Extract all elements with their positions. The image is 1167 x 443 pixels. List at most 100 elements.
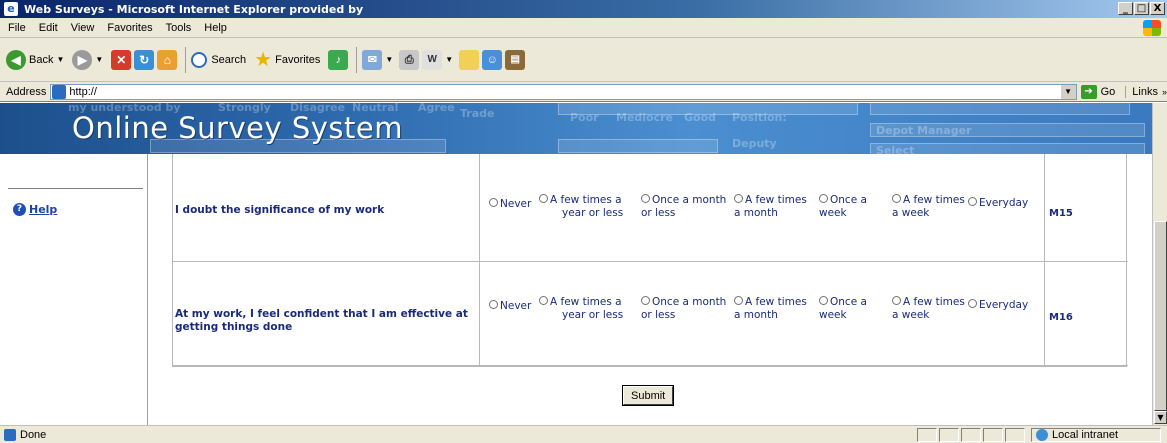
refresh-icon[interactable]: ↻ [134,49,155,70]
messenger-icon[interactable]: ☺ [482,49,503,70]
media-icon[interactable]: ♪ [328,49,349,70]
option-label-line2: a month [734,309,778,321]
option-once-month[interactable]: Once a month or less [641,194,726,220]
option-everyday[interactable]: Everyday [968,299,1028,312]
survey-table: I doubt the significance of my work Neve… [172,154,1128,367]
option-label: Never [500,198,532,210]
menu-help[interactable]: Help [204,22,227,34]
radio-icon[interactable] [892,296,901,305]
scroll-down-icon[interactable]: ▼ [1154,411,1167,424]
question-code: M15 [1049,208,1073,219]
radio-icon[interactable] [892,194,901,203]
option-label-line2: or less [641,309,676,321]
scrollbar-thumb[interactable] [1154,221,1167,411]
option-few-times-week[interactable]: A few times a week [892,194,965,220]
edit-icon[interactable]: W [422,49,443,70]
banner-ghost-text: Agree [418,103,455,114]
option-never[interactable]: Never [489,198,531,211]
submit-container: Submit [623,386,674,405]
radio-icon[interactable] [539,194,548,203]
option-few-times-year[interactable]: A few times a year or less [539,296,623,322]
minimize-button[interactable]: _ [1118,2,1133,15]
maximize-button[interactable]: □ [1134,2,1149,15]
question-code: M16 [1049,312,1073,323]
question-text: At my work, I feel confident that I am e… [175,308,468,333]
toolbar-separator [185,46,187,73]
vertical-scrollbar[interactable]: ▼ [1152,103,1167,425]
sidebar-divider [8,188,143,189]
submit-button[interactable]: Submit [623,386,674,405]
option-label-line2: week [819,309,847,321]
back-button[interactable]: ◀ Back ▼ [6,49,64,70]
radio-icon[interactable] [968,299,977,308]
radio-icon[interactable] [489,198,498,207]
radio-icon[interactable] [539,296,548,305]
radio-icon[interactable] [819,296,828,305]
left-sidebar: ? Help [0,154,148,425]
option-label: Everyday [979,197,1029,209]
forward-dropdown-icon[interactable]: ▼ [95,55,103,64]
help-link-container: ? Help [13,203,57,216]
option-once-week[interactable]: Once a week [819,194,867,220]
option-label-line2: year or less [562,207,624,219]
go-button[interactable]: ➔ Go [1080,84,1115,99]
radio-icon[interactable] [641,194,650,203]
option-label: Never [500,300,532,312]
menu-tools[interactable]: Tools [166,22,192,34]
radio-icon[interactable] [489,300,498,309]
home-icon[interactable]: ⌂ [157,49,178,70]
folder-icon[interactable] [459,49,480,70]
help-link[interactable]: Help [29,203,57,216]
search-label: Search [211,53,247,66]
radio-icon[interactable] [819,194,828,203]
forward-arrow-icon: ▶ [72,49,93,70]
question-row-m16: At my work, I feel confident that I am e… [173,262,1128,366]
page-done-icon [4,428,16,441]
mail-dropdown-icon[interactable]: ▼ [385,55,393,64]
help-icon[interactable]: ? [13,203,26,216]
option-few-times-year[interactable]: A few times a year or less [539,194,623,220]
security-zone: Local intranet [1031,428,1161,442]
links-button[interactable]: Links [1125,85,1158,98]
radio-icon[interactable] [641,296,650,305]
back-dropdown-icon[interactable]: ▼ [56,55,64,64]
forward-button[interactable]: ▶ ▼ [72,49,103,70]
ie-logo-icon: e [4,2,18,16]
stop-icon[interactable]: ✕ [111,49,132,70]
column-divider [479,154,480,261]
address-input[interactable]: http:// ▼ [50,83,1077,100]
option-label: Once a [830,296,867,308]
option-once-week[interactable]: Once a week [819,296,867,322]
menu-edit[interactable]: Edit [39,22,58,34]
banner-title: Online Survey System [72,111,403,145]
menu-file[interactable]: File [8,22,26,34]
chevron-right-icon[interactable]: » [1162,87,1167,97]
zone-label: Local intranet [1052,429,1119,441]
intranet-icon [1036,429,1048,441]
edit-dropdown-icon[interactable]: ▼ [445,55,453,64]
option-once-month[interactable]: Once a month or less [641,296,726,322]
radio-icon[interactable] [734,296,743,305]
option-label: A few times [745,296,807,308]
favorites-button[interactable]: ★ Favorites [254,47,320,72]
radio-icon[interactable] [734,194,743,203]
option-few-times-month[interactable]: A few times a month [734,194,807,220]
option-never[interactable]: Never [489,300,531,313]
radio-icon[interactable] [968,197,977,206]
close-button[interactable]: X [1150,2,1165,15]
windows-logo-icon [1143,20,1161,36]
menu-view[interactable]: View [71,22,95,34]
option-few-times-month[interactable]: A few times a month [734,296,807,322]
toolbar: ◀ Back ▼ ▶ ▼ ✕ ↻ ⌂ Search ★ Favorites ♪ … [0,38,1167,82]
option-everyday[interactable]: Everyday [968,197,1028,210]
mail-icon[interactable]: ✉ [362,49,383,70]
search-button[interactable]: Search [191,51,247,68]
option-label: Once a [830,194,867,206]
option-few-times-week[interactable]: A few times a week [892,296,965,322]
print-icon[interactable]: ⎙ [399,49,420,70]
menu-favorites[interactable]: Favorites [107,22,152,34]
option-label-line2: a month [734,207,778,219]
address-dropdown-icon[interactable]: ▼ [1060,84,1076,99]
option-label: A few times [903,296,965,308]
research-icon[interactable]: ▤ [505,49,526,70]
